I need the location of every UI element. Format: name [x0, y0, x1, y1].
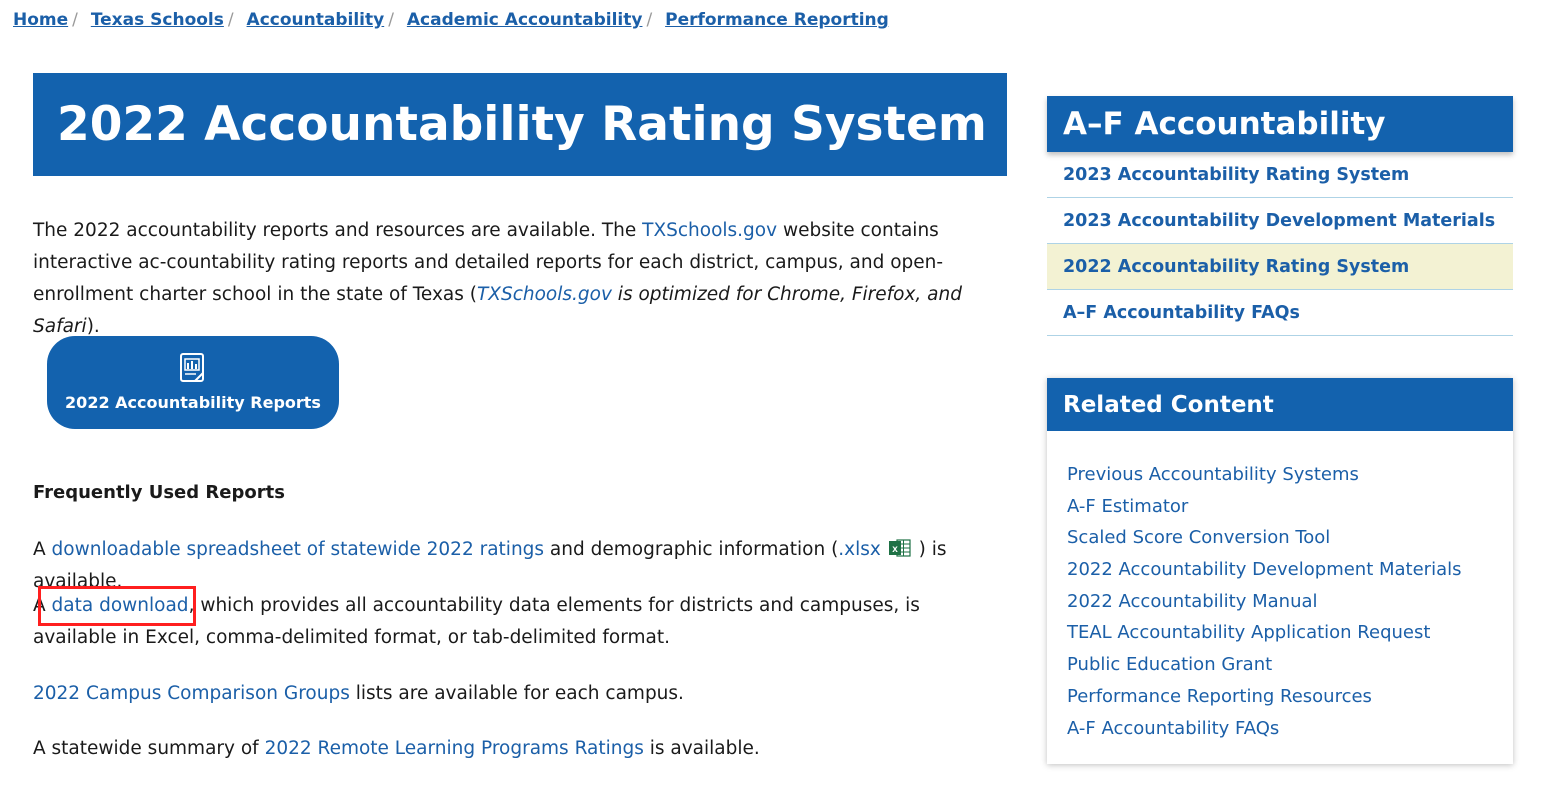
intro-paragraph: The 2022 accountability reports and reso…: [33, 215, 1008, 343]
comparison-groups-paragraph: 2022 Campus Comparison Groups lists are …: [33, 678, 993, 710]
accountability-reports-button[interactable]: 2022 Accountability Reports: [47, 336, 339, 429]
para-text: A statewide summary of: [33, 738, 265, 759]
list-item: 2022 Accountability Development Material…: [1067, 554, 1513, 586]
breadcrumb-performance-reporting[interactable]: Performance Reporting: [665, 10, 889, 30]
para-text: lists are available for each campus.: [349, 683, 684, 704]
intro-section: The 2022 accountability reports and reso…: [33, 215, 1008, 343]
sidebar-item-2023-rating-system[interactable]: 2023 Accountability Rating System: [1047, 152, 1513, 198]
txschools-link[interactable]: TXSchools.gov: [642, 220, 777, 241]
sidebar-item-label[interactable]: 2022 Accountability Rating System: [1063, 257, 1409, 277]
sidebar-item-label[interactable]: 2023 Accountability Development Material…: [1063, 211, 1495, 231]
breadcrumb-separator: /: [646, 10, 653, 30]
campus-comparison-groups-link[interactable]: 2022 Campus Comparison Groups: [33, 683, 350, 704]
remote-learning-ratings-link[interactable]: 2022 Remote Learning Programs Ratings: [265, 738, 644, 759]
af-accountability-menu: 2023 Accountability Rating System 2023 A…: [1047, 152, 1513, 336]
para-text: and demographic information (: [544, 539, 839, 560]
related-link-2022-development-materials[interactable]: 2022 Accountability Development Material…: [1067, 559, 1462, 580]
intro-text: ).: [86, 316, 100, 337]
af-accountability-sidebar: A–F Accountability 2023 Accountability R…: [1047, 96, 1513, 336]
page-title-banner: 2022 Accountability Rating System: [33, 73, 1007, 176]
remote-learning-paragraph: A statewide summary of 2022 Remote Learn…: [33, 733, 993, 765]
breadcrumb-separator: /: [72, 10, 78, 30]
sidebar-item-2023-development-materials[interactable]: 2023 Accountability Development Material…: [1047, 198, 1513, 244]
excel-file-icon[interactable]: x: [888, 537, 911, 557]
breadcrumb-texas-schools[interactable]: Texas Schools: [91, 10, 224, 30]
list-item: Scaled Score Conversion Tool: [1067, 522, 1513, 554]
list-item: Previous Accountability Systems: [1067, 459, 1513, 491]
spreadsheet-paragraph: A downloadable spreadsheet of statewide …: [33, 534, 993, 598]
para-text: A: [33, 539, 52, 560]
related-link-teal-application[interactable]: TEAL Accountability Application Request: [1067, 622, 1430, 643]
related-link-af-estimator[interactable]: A-F Estimator: [1067, 496, 1188, 517]
list-item: Public Education Grant: [1067, 649, 1513, 681]
related-content-panel: Related Content Previous Accountability …: [1047, 378, 1513, 764]
related-link-scaled-score-tool[interactable]: Scaled Score Conversion Tool: [1067, 527, 1330, 548]
statewide-ratings-spreadsheet-link[interactable]: downloadable spreadsheet of statewide 20…: [52, 539, 545, 560]
related-link-previous-systems[interactable]: Previous Accountability Systems: [1067, 464, 1359, 485]
list-item: 2022 Accountability Manual: [1067, 586, 1513, 618]
list-item: A-F Accountability FAQs: [1067, 713, 1513, 745]
list-item: Performance Reporting Resources: [1067, 681, 1513, 713]
related-link-performance-reporting-resources[interactable]: Performance Reporting Resources: [1067, 686, 1372, 707]
related-content-title: Related Content: [1047, 378, 1513, 431]
para-text: is available.: [643, 738, 760, 759]
svg-text:x: x: [892, 544, 898, 555]
breadcrumb-separator: /: [388, 10, 394, 30]
related-link-2022-manual[interactable]: 2022 Accountability Manual: [1067, 591, 1318, 612]
data-download-paragraph: A data download, which provides all acco…: [33, 590, 993, 654]
breadcrumb-accountability[interactable]: Accountability: [247, 10, 385, 30]
related-link-public-education-grant[interactable]: Public Education Grant: [1067, 654, 1272, 675]
related-content-list: Previous Accountability Systems A-F Esti…: [1047, 459, 1513, 744]
related-link-af-faqs[interactable]: A-F Accountability FAQs: [1067, 718, 1279, 739]
sidebar-item-af-faqs[interactable]: A–F Accountability FAQs: [1047, 290, 1513, 336]
reports-button-label: 2022 Accountability Reports: [65, 393, 321, 412]
sidebar-item-2022-rating-system[interactable]: 2022 Accountability Rating System: [1047, 244, 1513, 290]
list-item: A-F Estimator: [1067, 491, 1513, 523]
data-download-link[interactable]: data download: [52, 595, 189, 616]
xlsx-link[interactable]: .xlsx: [838, 539, 881, 560]
intro-text: The 2022 accountability reports and reso…: [33, 220, 643, 241]
breadcrumb: Home / Texas Schools / Accountability / Aca…: [13, 10, 889, 30]
sidebar-item-label[interactable]: A–F Accountability FAQs: [1063, 303, 1300, 323]
txschools-link-italic[interactable]: TXSchools.gov: [477, 284, 612, 305]
para-text: A: [33, 595, 52, 616]
frequently-used-heading: Frequently Used Reports: [33, 482, 285, 503]
breadcrumb-separator: /: [227, 10, 234, 30]
breadcrumb-home[interactable]: Home: [13, 10, 68, 30]
list-item: TEAL Accountability Application Request: [1067, 617, 1513, 649]
page-title: 2022 Accountability Rating System: [57, 97, 987, 152]
af-accountability-title: A–F Accountability: [1047, 96, 1513, 152]
report-document-icon: [179, 353, 207, 387]
breadcrumb-academic-accountability[interactable]: Academic Accountability: [407, 10, 643, 30]
sidebar-item-label[interactable]: 2023 Accountability Rating System: [1063, 165, 1409, 185]
